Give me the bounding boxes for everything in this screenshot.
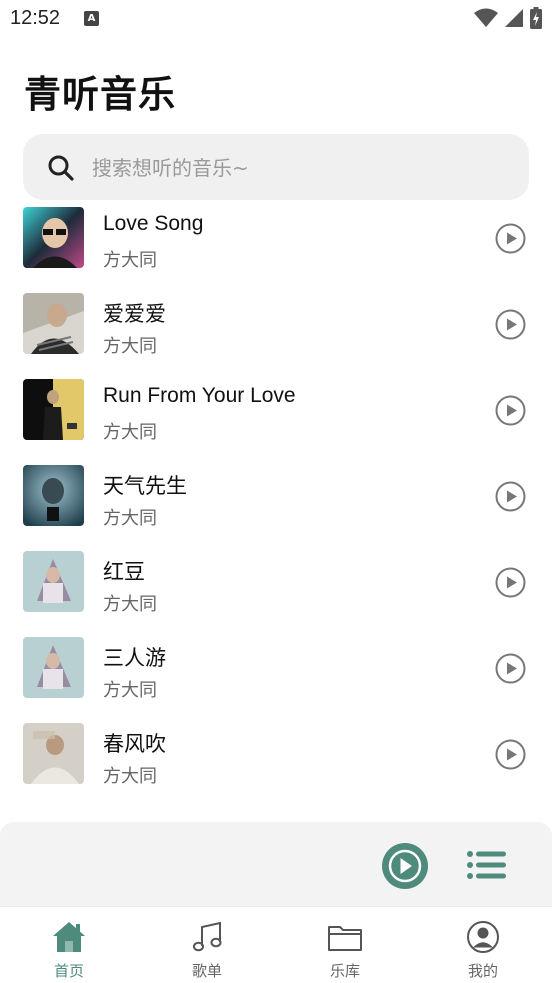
album-cover: [23, 465, 84, 526]
cell-signal-icon: [505, 9, 523, 27]
music-note-icon: [193, 921, 222, 952]
nav-label: 首页: [53, 962, 84, 980]
play-icon[interactable]: [495, 567, 526, 598]
notification-a-icon: A: [84, 11, 99, 26]
nav-item-playlist[interactable]: 歌单: [157, 907, 257, 983]
song-title: Love Song: [103, 212, 204, 235]
song-title: Run From Your Love: [103, 384, 296, 407]
nav-label: 我的: [467, 962, 498, 980]
status-time: 12:52: [10, 7, 61, 29]
status-icons: [474, 7, 542, 29]
play-icon[interactable]: [495, 395, 526, 426]
user-icon: [467, 921, 499, 953]
play-icon[interactable]: [495, 223, 526, 254]
nav-item-mine[interactable]: 我的: [433, 907, 533, 983]
song-item[interactable]: 春风吹 方大同: [0, 716, 552, 802]
nav-label: 歌单: [191, 962, 222, 980]
play-icon[interactable]: [495, 309, 526, 340]
song-title: 春风吹: [103, 733, 166, 756]
bottom-nav: 首页 歌单 乐库 我的: [0, 906, 552, 983]
song-item[interactable]: 天气先生 方大同: [0, 458, 552, 544]
album-cover: [23, 207, 84, 268]
song-artist: 方大同: [103, 250, 157, 271]
song-artist: 方大同: [103, 680, 157, 701]
album-cover: [23, 551, 84, 612]
album-cover: [23, 293, 84, 354]
page-title: 青听音乐: [24, 73, 176, 116]
home-icon: [53, 922, 85, 952]
play-icon[interactable]: [495, 739, 526, 770]
search-icon: [48, 155, 74, 181]
song-title: 红豆: [103, 561, 145, 584]
album-cover: [23, 723, 84, 784]
playlist-icon[interactable]: [466, 850, 506, 880]
folder-icon: [328, 926, 362, 951]
status-bar: 12:52 A: [0, 0, 552, 38]
song-title: 天气先生: [103, 475, 187, 498]
song-item[interactable]: 爱爱爱 方大同: [0, 286, 552, 372]
song-list[interactable]: Love Song 方大同 爱爱爱 方大同 Run From Your Love…: [0, 200, 552, 812]
nav-item-library[interactable]: 乐库: [295, 907, 395, 983]
nav-item-home[interactable]: 首页: [19, 907, 119, 983]
album-cover: [23, 379, 84, 440]
song-item[interactable]: Run From Your Love 方大同: [0, 372, 552, 458]
song-artist: 方大同: [103, 508, 157, 529]
song-artist: 方大同: [103, 336, 157, 357]
nav-label: 乐库: [329, 962, 360, 980]
song-artist: 方大同: [103, 766, 157, 787]
song-item[interactable]: Love Song 方大同: [0, 200, 552, 286]
song-artist: 方大同: [103, 422, 157, 443]
song-item[interactable]: 三人游 方大同: [0, 630, 552, 716]
song-artist: 方大同: [103, 594, 157, 615]
wifi-icon: [474, 8, 498, 27]
battery-icon: [530, 7, 542, 29]
play-icon[interactable]: [495, 653, 526, 684]
album-cover: [23, 637, 84, 698]
search-input[interactable]: 搜索想听的音乐~: [92, 154, 249, 182]
play-icon[interactable]: [495, 481, 526, 512]
play-button[interactable]: [381, 842, 429, 890]
song-item[interactable]: 红豆 方大同: [0, 544, 552, 630]
song-title: 三人游: [103, 647, 166, 670]
song-title: 爱爱爱: [103, 303, 166, 326]
